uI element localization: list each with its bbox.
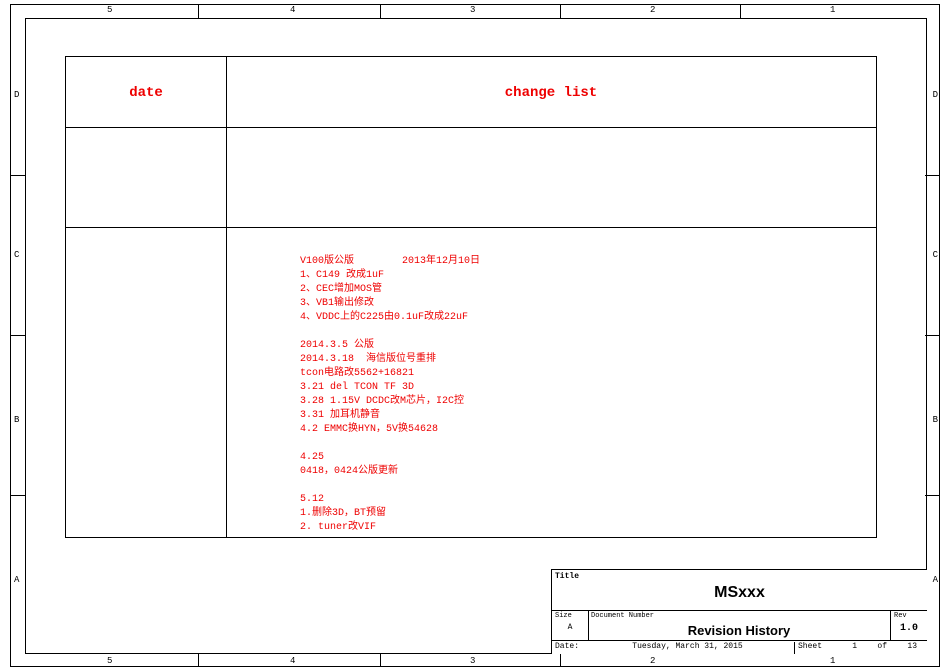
titleblock-sheet-n: 1 [852,642,857,651]
titleblock-sheet-of: of [877,642,887,651]
ruler-left-A: A [14,575,19,585]
ruler-right-B: B [933,415,938,425]
titleblock-title-label: Title [555,572,579,581]
titleblock-title: MSxxx [552,584,927,602]
titleblock-docnum-label: Document Number [591,612,654,620]
ruler-bot-2: 2 [650,656,655,666]
col-header-date: date [66,85,226,101]
titleblock-rev-label: Rev [894,612,907,620]
ruler-left-C: C [14,250,19,260]
titleblock-rev: 1.0 [891,623,927,634]
ruler-bot-1: 1 [830,656,835,666]
ruler-right-D: D [933,90,938,100]
col-header-change: change list [226,85,876,101]
ruler-top-5: 5 [107,5,112,15]
titleblock-sheet-total: 13 [907,642,917,651]
ruler-right-A: A [933,575,938,585]
ruler-bot-3: 3 [470,656,475,666]
title-block: Title MSxxx Size A Document Number Revis… [551,569,927,654]
titleblock-docnum: Revision History [588,623,890,638]
titleblock-size-label: Size [555,612,572,620]
ruler-bot-5: 5 [107,656,112,666]
ruler-top-4: 4 [290,5,295,15]
titleblock-size: A [552,623,588,632]
schematic-page: 5 4 3 2 1 5 4 3 2 1 D C B A D C B A date… [0,0,950,672]
titleblock-sheet-label: Sheet [794,642,822,654]
ruler-left-D: D [14,90,19,100]
ruler-top-3: 3 [470,5,475,15]
ruler-left-B: B [14,415,19,425]
ruler-top-2: 2 [650,5,655,15]
ruler-right-C: C [933,250,938,260]
ruler-top-1: 1 [830,5,835,15]
titleblock-date: Tuesday, March 31, 2015 [588,642,787,651]
ruler-bot-4: 4 [290,656,295,666]
titleblock-date-label: Date: [555,642,579,651]
revision-notes: V100版公版 2013年12月10日 1、C149 改成1uF 2、CEC增加… [300,255,480,535]
